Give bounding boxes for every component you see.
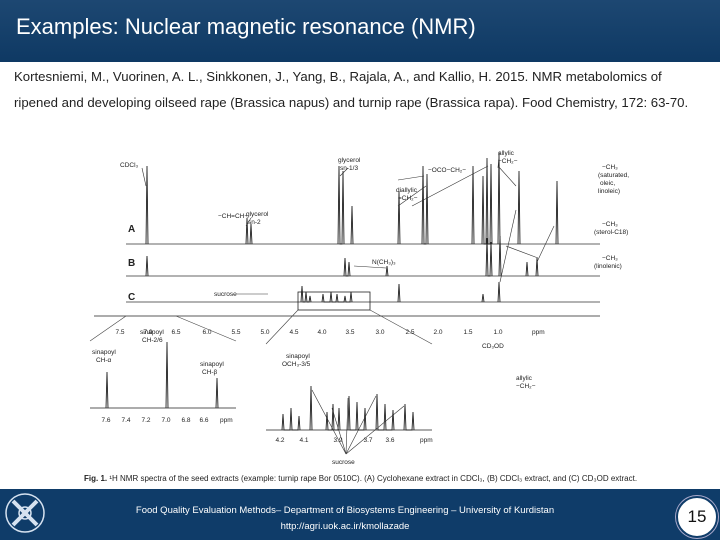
axis-tick: 4.0 [317,329,326,336]
inset-sinapoyl-aromatic: sinapoyl CH-α sinapoyl CH-2/6 sinapoyl C… [89,315,237,424]
inset2-tick: 4.2 [275,437,284,444]
citation-text: Kortesniemi, M., Vuorinen, A. L., Sinkko… [14,69,689,110]
allylic-bottom-sub-label: −CH₂− [516,383,536,390]
oco-label: −OCO−CH₂− [428,167,466,174]
glycerol-13-sub-label: sn-1/3 [340,165,358,172]
ch3-linolenic-label: −CH₃ [602,255,618,262]
axis-tick: 2.0 [433,329,442,336]
ch3-saturated-label: −CH₃ [602,164,618,171]
axis-unit: ppm [532,329,545,336]
inset2-bottom-label: sucrose [332,459,355,466]
inset2-tick: 4.1 [299,437,308,444]
axis-tick: 5.0 [260,329,269,336]
ch3-saturated-sub3-label: linoleic) [598,188,620,195]
ch-ch-label: −CH=CH− [218,213,248,220]
figure-caption: Fig. 1. ¹H NMR spectra of the seed extra… [84,474,637,483]
trace-label-a: A [128,224,135,235]
inset1-tick: 7.2 [141,417,150,424]
nch3-label: N(CH₃)₃ [372,259,396,266]
axis-tick: 5.5 [231,329,240,336]
slide-title: Examples: Nuclear magnetic resonance (NM… [16,14,476,39]
caption-prefix: Fig. 1. [84,474,108,483]
page-number: 15 [676,496,718,538]
cdcl3-label: CDCl₃ [120,162,139,169]
diallylic-label: diallylic [396,187,418,194]
allylic-top-label: allylic [498,150,515,157]
inset1-unit: ppm [220,417,233,424]
trace-label-c: C [128,292,135,303]
inset2-label: sinapoyl [286,353,310,360]
nmr-figure: CDCl₃ glycerol sn-1/3 allylic −CH₂− −OCO… [89,150,629,466]
inset1-tick: 6.6 [199,417,208,424]
inset2-unit: ppm [420,437,433,444]
inset1-tick: 7.4 [121,417,130,424]
inset1-label: CH-2/6 [142,337,163,344]
axis-tick: 3.5 [345,329,354,336]
trace-label-b: B [128,258,135,269]
inset1-tick: 6.8 [181,417,190,424]
ch3-saturated-sub1-label: (saturated, [598,172,629,179]
diallylic-sub-label: =CH₂− [398,195,418,202]
ch3-linolenic-sub-label: (linolenic) [594,263,622,270]
inset1-label: sinapoyl [200,361,224,368]
inset2-tick: 3.6 [385,437,394,444]
inset1-tick: 7.6 [101,417,110,424]
glycerol-2-label: glycerol [246,211,269,218]
allylic-bottom-label: allylic [516,375,533,382]
glycerol-13-label: glycerol [338,157,361,164]
axis-tick: 6.5 [171,329,180,336]
axis-tick: 4.5 [289,329,298,336]
ch3-sterol-sub-label: (sterol-C18) [594,229,628,236]
ch3-sterol-label: −CH₃ [602,221,618,228]
axis-tick: 3.0 [375,329,384,336]
ch3-saturated-sub2-label: oleic, [600,180,615,187]
caption-text: ¹H NMR spectra of the seed extracts (exa… [109,474,638,483]
inset1-label: sinapoyl [140,329,164,336]
footer-department: Food Quality Evaluation Methods– Departm… [135,505,555,516]
sucrose-label: sucrose [214,291,237,298]
allylic-top-sub-label: −CH₂− [498,158,518,165]
footer-url[interactable]: http://agri.uok.ac.ir/kmollazade [0,521,690,532]
inset2-tick: 3.9 [333,437,342,444]
inset1-label: CH-α [96,357,112,364]
axis-tick: 1.0 [493,329,502,336]
inset1-label: sinapoyl [92,349,116,356]
cd3od-label: CD₃OD [482,343,504,350]
axis-tick: 7.5 [115,329,124,336]
glycerol-2-sub-label: sn-2 [248,219,261,226]
inset1-tick: 7.0 [161,417,170,424]
inset2-label: OCH₃-3/5 [282,361,311,368]
axis-tick: 1.5 [463,329,472,336]
inset1-label: CH-β [202,369,218,376]
